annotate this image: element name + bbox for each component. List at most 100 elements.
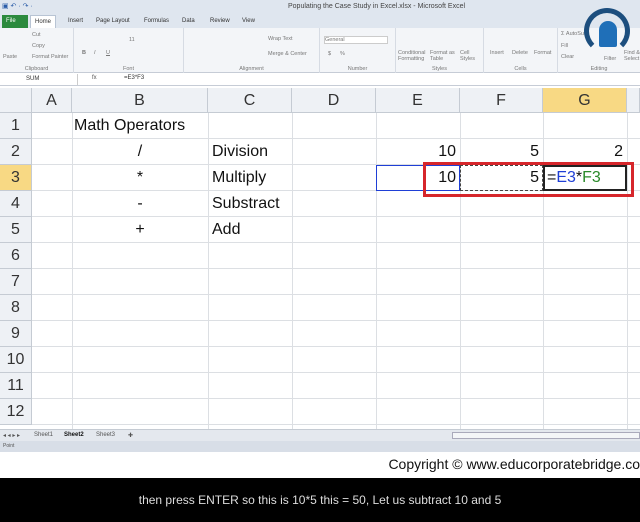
cell-b3[interactable]: * — [72, 165, 208, 191]
gridline — [32, 372, 640, 373]
wrap-text-button[interactable]: Wrap Text — [268, 36, 293, 42]
tab-formulas[interactable]: Formulas — [140, 15, 173, 28]
gridline — [32, 346, 640, 347]
cell-c3[interactable]: Multiply — [212, 165, 266, 191]
tab-home[interactable]: Home — [30, 15, 57, 28]
row-header-12[interactable]: 12 — [0, 399, 32, 425]
name-box[interactable]: SUM — [2, 74, 78, 85]
merge-center-button[interactable]: Merge & Center — [268, 51, 307, 57]
horizontal-scrollbar[interactable] — [452, 432, 640, 439]
number-format-select[interactable]: General — [324, 36, 388, 44]
row-header-3[interactable]: 3 — [0, 165, 32, 191]
format-painter-button[interactable]: Format Painter — [32, 54, 68, 60]
clipboard-label: Clipboard — [24, 66, 49, 72]
fx-icon[interactable]: fx — [92, 75, 97, 81]
font-label: Font — [122, 66, 134, 72]
column-header-b[interactable]: B — [72, 88, 208, 113]
clear-button[interactable]: Clear — [561, 54, 574, 60]
title-bar: ▣ ↶ · ↷ · Populating the Case Study in E… — [0, 0, 640, 13]
copy-button[interactable]: Copy — [32, 43, 45, 49]
tab-page-layout[interactable]: Page Layout — [92, 15, 134, 28]
cell-styles-button[interactable]: Cell Styles — [460, 50, 482, 62]
tab-view[interactable]: View — [238, 15, 259, 28]
tab-data[interactable]: Data — [178, 15, 199, 28]
row-header-10[interactable]: 10 — [0, 347, 32, 373]
gridline — [208, 113, 209, 429]
filter-button[interactable]: Filter — [604, 56, 616, 62]
watermark-logo — [584, 8, 630, 54]
delete-button[interactable]: Delete — [512, 50, 528, 56]
gridline — [292, 113, 293, 429]
alignment-label: Alignment — [239, 66, 264, 72]
formula-bar: SUM fx =E3*F3 — [0, 73, 640, 86]
paste-button[interactable]: Paste — [3, 54, 17, 60]
cells-label: Cells — [514, 66, 527, 72]
row-header-8[interactable]: 8 — [0, 295, 32, 321]
row-header-5[interactable]: 5 — [0, 217, 32, 243]
underline-button[interactable]: U — [106, 50, 110, 56]
number-label: Number — [347, 66, 368, 72]
bold-button[interactable]: B — [82, 50, 86, 56]
format-as-table-button[interactable]: Format as Table — [430, 50, 456, 62]
cell-b1[interactable]: Math Operators — [74, 113, 185, 139]
new-sheet-icon[interactable]: ✚ — [128, 432, 133, 439]
gridline — [627, 113, 628, 429]
tab-file[interactable]: File — [2, 15, 28, 28]
cell-c5[interactable]: Add — [212, 217, 240, 243]
row-header-1[interactable]: 1 — [0, 113, 32, 139]
highlight-box — [423, 162, 634, 197]
cell-b4[interactable]: - — [72, 191, 208, 217]
column-header-c[interactable]: C — [208, 88, 292, 113]
window-title: Populating the Case Study in Excel.xlsx … — [288, 3, 466, 10]
tab-review[interactable]: Review — [206, 15, 234, 28]
row-header-2[interactable]: 2 — [0, 139, 32, 165]
fill-button[interactable]: Fill — [561, 43, 568, 49]
clipboard-group: Paste Cut Copy Format Painter Clipboard — [0, 28, 74, 73]
column-header-e[interactable]: E — [376, 88, 460, 113]
conditional-formatting-button[interactable]: Conditional Formatting — [398, 50, 426, 62]
tab-insert[interactable]: Insert — [64, 15, 87, 28]
row-header-4[interactable]: 4 — [0, 191, 32, 217]
select-all-corner[interactable] — [0, 88, 32, 113]
alignment-group: Wrap Text Merge & Center Alignment — [184, 28, 320, 73]
column-header-a[interactable]: A — [32, 88, 72, 113]
cell-b2[interactable]: / — [72, 139, 208, 165]
row-header-7[interactable]: 7 — [0, 269, 32, 295]
number-group: General $ % Number — [320, 28, 396, 73]
cell-c2[interactable]: Division — [212, 139, 268, 165]
sheet-nav-arrows[interactable]: ◂ ◂ ▸ ▸ — [3, 432, 20, 439]
cells-group: Insert Delete Format Cells — [484, 28, 558, 73]
sheet-tab-3[interactable]: Sheet3 — [96, 432, 115, 438]
cut-button[interactable]: Cut — [32, 32, 41, 38]
quick-access-toolbar[interactable]: ▣ ↶ · ↷ · — [2, 2, 33, 10]
italic-button[interactable]: I — [94, 50, 96, 56]
gridline — [32, 398, 640, 399]
row-header-9[interactable]: 9 — [0, 321, 32, 347]
ribbon-tabs: File Home Insert Page Layout Formulas Da… — [0, 13, 640, 28]
currency-button[interactable]: $ — [328, 51, 331, 57]
column-header-f[interactable]: F — [460, 88, 543, 113]
column-header-g[interactable]: G — [543, 88, 627, 113]
spreadsheet-grid[interactable]: A B C D E F G 1 2 3 4 5 6 7 8 9 10 11 12 Math Opera… — [0, 88, 640, 429]
format-button[interactable]: Format — [534, 50, 551, 56]
gridline — [32, 424, 640, 425]
find-select-button[interactable]: Find & Select — [624, 50, 640, 62]
gridline — [32, 320, 640, 321]
sheet-tab-2[interactable]: Sheet2 — [64, 432, 84, 438]
row-header-11[interactable]: 11 — [0, 373, 32, 399]
column-header-d[interactable]: D — [292, 88, 376, 113]
formula-input[interactable]: =E3*F3 — [124, 75, 144, 81]
sheet-tabs-bar: ◂ ◂ ▸ ▸ Sheet1 Sheet2 Sheet3 ✚ — [0, 429, 640, 441]
video-caption: then press ENTER so this is 10*5 this = … — [0, 478, 640, 522]
styles-group: Conditional Formatting Format as Table C… — [396, 28, 484, 73]
cell-b5[interactable]: + — [72, 217, 208, 243]
font-group: 11 B I U Font — [74, 28, 184, 73]
percent-button[interactable]: % — [340, 51, 345, 57]
column-header-h[interactable] — [627, 88, 640, 113]
editing-label: Editing — [590, 66, 608, 72]
row-header-6[interactable]: 6 — [0, 243, 32, 269]
insert-button[interactable]: Insert — [490, 50, 504, 56]
sheet-tab-1[interactable]: Sheet1 — [34, 432, 53, 438]
font-size-select[interactable]: 11 — [129, 37, 135, 43]
cell-c4[interactable]: Substract — [212, 191, 280, 217]
